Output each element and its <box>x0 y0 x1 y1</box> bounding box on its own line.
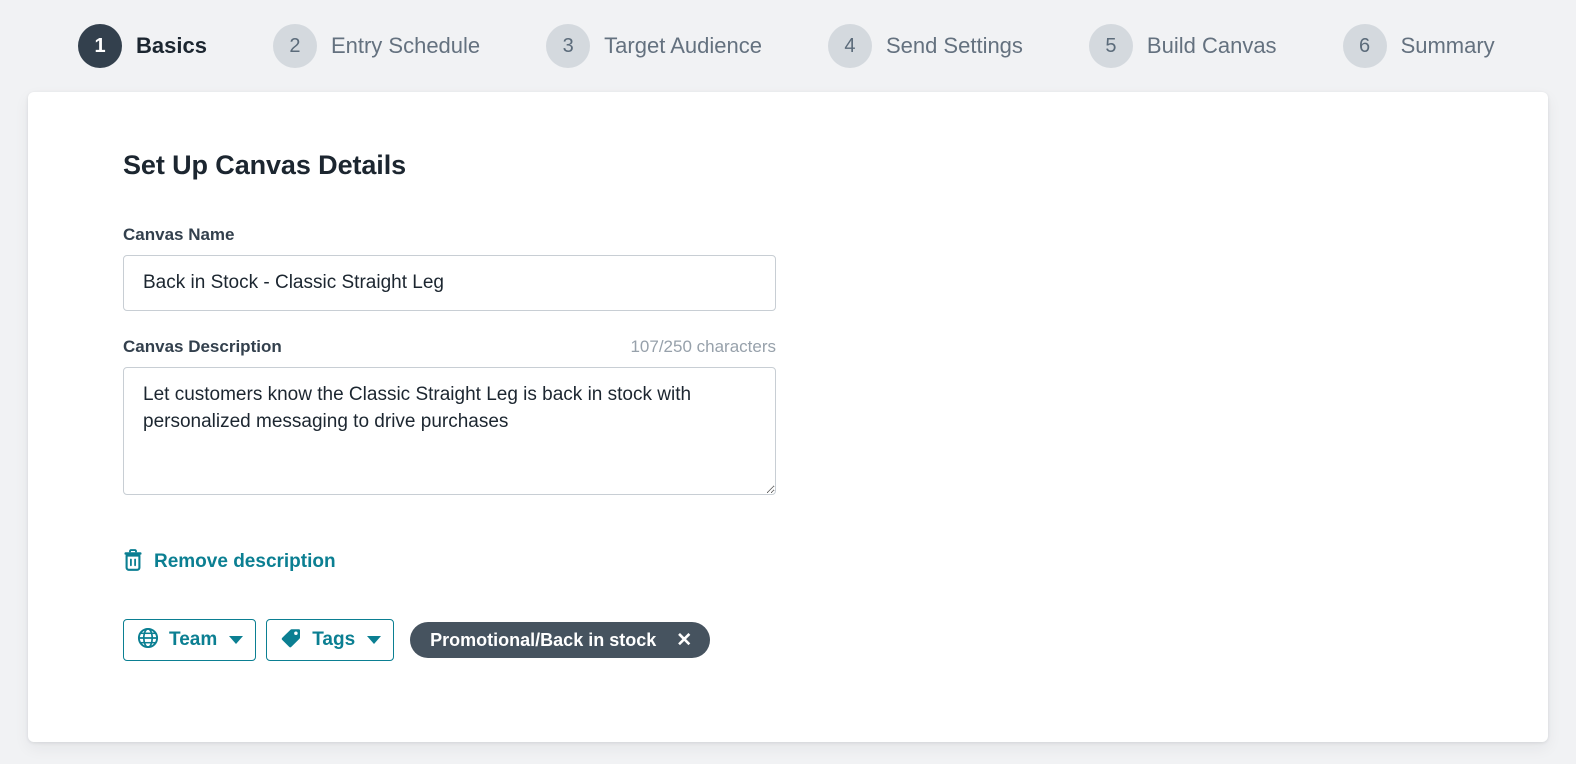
canvas-description-label: Canvas Description <box>123 337 282 356</box>
step-6-summary[interactable]: 6 Summary <box>1342 24 1495 68</box>
step-label: Build Canvas <box>1146 33 1277 58</box>
step-1-basics[interactable]: 1 Basics <box>78 24 207 68</box>
remove-description-label: Remove description <box>154 550 336 572</box>
canvas-description-textarea[interactable]: Let customers know the Classic Straight … <box>123 367 776 495</box>
canvas-meta-controls: Team Tags Promotional/Back in stock ✕ <box>123 619 1548 661</box>
step-3-target-audience[interactable]: 3 Target Audience <box>546 24 762 68</box>
canvas-name-input[interactable] <box>123 255 776 311</box>
canvas-wizard-stepper: 1 Basics 2 Entry Schedule 3 Target Audie… <box>0 0 1576 92</box>
page-title: Set Up Canvas Details <box>123 150 407 180</box>
tag-icon <box>280 627 302 654</box>
step-5-build-canvas[interactable]: 5 Build Canvas <box>1088 24 1277 68</box>
step-number-badge: 3 <box>546 24 591 68</box>
step-label: Basics <box>136 33 207 58</box>
step-2-entry-schedule[interactable]: 2 Entry Schedule <box>272 24 481 68</box>
step-label: Target Audience <box>604 33 762 58</box>
tags-dropdown-label: Tags <box>312 629 356 650</box>
canvas-name-label-row: Canvas Name <box>123 225 776 245</box>
trash-icon <box>123 549 143 574</box>
team-dropdown-button[interactable]: Team <box>123 619 257 661</box>
step-number-badge: 1 <box>78 24 122 68</box>
team-dropdown-label: Team <box>169 629 218 650</box>
step-number-badge: 4 <box>827 24 872 68</box>
step-4-send-settings[interactable]: 4 Send Settings <box>827 24 1023 68</box>
globe-icon <box>137 627 159 654</box>
step-number-badge: 2 <box>272 24 317 68</box>
canvas-description-field-group: Canvas Description 107/250 characters Le… <box>123 337 1548 495</box>
step-label: Send Settings <box>885 33 1023 58</box>
chevron-down-icon <box>367 636 382 644</box>
character-counter: 107/250 characters <box>630 337 776 356</box>
canvas-description-label-row: Canvas Description 107/250 characters <box>123 337 776 357</box>
step-label: Entry Schedule <box>330 33 481 58</box>
tag-chip-label: Promotional/Back in stock <box>430 629 657 650</box>
step-label: Summary <box>1400 33 1495 58</box>
tags-dropdown-button[interactable]: Tags <box>266 619 395 661</box>
close-icon[interactable]: ✕ <box>674 629 694 652</box>
chevron-down-icon <box>229 636 244 644</box>
tag-chip: Promotional/Back in stock ✕ <box>410 622 711 658</box>
remove-description-button[interactable]: Remove description <box>123 549 336 574</box>
step-number-badge: 6 <box>1342 24 1387 68</box>
step-number-badge: 5 <box>1088 24 1133 68</box>
canvas-name-label: Canvas Name <box>123 225 235 244</box>
canvas-details-card: Set Up Canvas Details Canvas Name Canvas… <box>28 92 1548 742</box>
canvas-name-field-group: Canvas Name <box>123 225 1548 311</box>
card-content: Set Up Canvas Details Canvas Name Canvas… <box>28 92 1548 661</box>
